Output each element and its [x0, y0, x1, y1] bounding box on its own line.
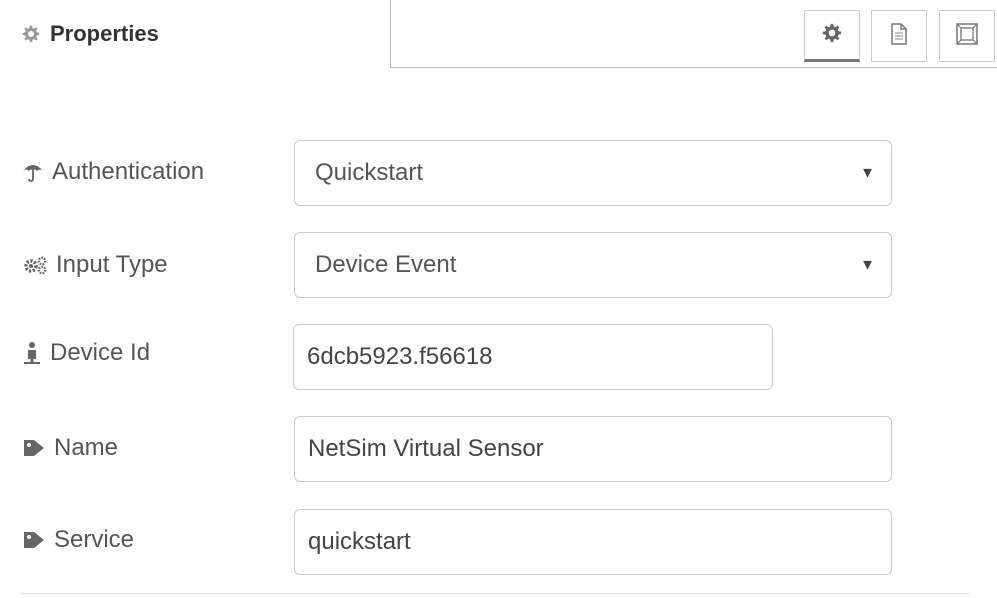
name-label: Name [22, 433, 118, 463]
input-type-label: Input Type [22, 250, 168, 280]
frame-icon [955, 22, 979, 51]
tab-properties[interactable] [804, 10, 860, 62]
gear-icon [22, 25, 40, 43]
device-id-value: 6dcb5923.f56618 [307, 343, 493, 370]
input-type-value: Device Event [315, 251, 457, 278]
input-type-select[interactable]: Device Event ▼ [294, 232, 892, 298]
panel-title: Properties [22, 19, 159, 49]
tab-info[interactable] [871, 10, 927, 62]
device-id-label-text: Device Id [50, 339, 151, 366]
service-input[interactable]: quickstart [294, 509, 892, 575]
name-label-text: Name [54, 434, 119, 461]
input-type-label-text: Input Type [56, 251, 168, 278]
umbrella-icon [22, 162, 44, 182]
panel-title-text: Properties [50, 21, 159, 46]
gear-icon [822, 23, 842, 48]
authentication-select[interactable]: Quickstart ▼ [294, 140, 892, 206]
tag-icon [22, 530, 46, 550]
tag-icon [22, 438, 46, 458]
service-label-text: Service [54, 526, 135, 553]
tab-appearance[interactable] [939, 10, 995, 62]
authentication-label: Authentication [22, 157, 204, 187]
chevron-down-icon: ▼ [860, 256, 875, 274]
gears-icon [22, 255, 48, 275]
device-id-label: Device Id [22, 338, 150, 368]
service-value: quickstart [308, 528, 411, 555]
person-icon [22, 341, 42, 365]
name-input[interactable]: NetSim Virtual Sensor [294, 416, 892, 482]
tab-bar [390, 0, 997, 68]
divider [20, 593, 970, 594]
device-id-input[interactable]: 6dcb5923.f56618 [293, 324, 773, 390]
chevron-down-icon: ▼ [860, 164, 875, 182]
service-label: Service [22, 525, 134, 555]
authentication-label-text: Authentication [52, 158, 205, 185]
document-icon [890, 22, 908, 50]
authentication-value: Quickstart [315, 159, 424, 186]
name-value: NetSim Virtual Sensor [308, 435, 544, 462]
panel-header: Properties [0, 0, 997, 70]
